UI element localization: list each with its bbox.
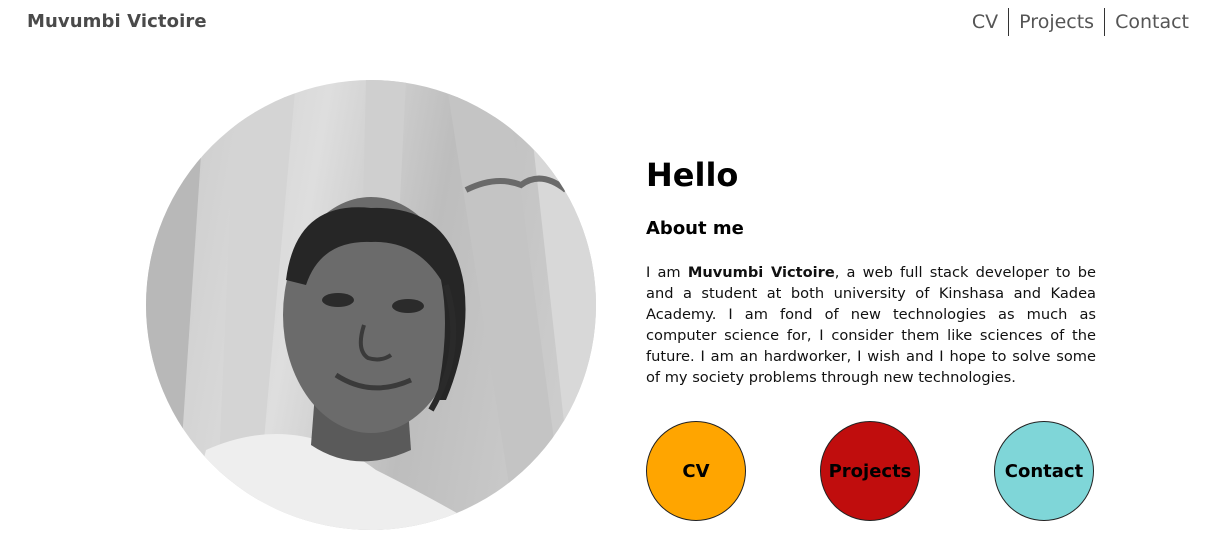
bio-text: , a web full stack developer to be and a… — [646, 264, 1096, 386]
projects-circle-button[interactable]: Projects — [820, 421, 920, 521]
bio-name: Muvumbi Victoire — [687, 264, 835, 281]
greeting-heading: Hello — [646, 156, 739, 194]
contact-circle-button[interactable]: Contact — [994, 421, 1094, 521]
contact-button-label: Contact — [1004, 460, 1084, 482]
cv-circle-button[interactable]: CV — [646, 421, 746, 521]
site-brand[interactable]: Muvumbi Victoire — [27, 11, 207, 32]
nav-link-cv[interactable]: CV — [962, 8, 1008, 36]
profile-photo — [146, 80, 596, 530]
nav-link-projects[interactable]: Projects — [1008, 8, 1104, 36]
nav-link-contact[interactable]: Contact — [1104, 8, 1199, 36]
bio-paragraph: I am Muvumbi Victoire, a web full stack … — [646, 262, 1096, 388]
top-nav: CV Projects Contact — [962, 8, 1199, 36]
projects-button-label: Projects — [828, 460, 912, 482]
bio-prefix: I am — [646, 264, 688, 281]
about-heading: About me — [646, 218, 744, 239]
cv-button-label: CV — [682, 460, 710, 482]
